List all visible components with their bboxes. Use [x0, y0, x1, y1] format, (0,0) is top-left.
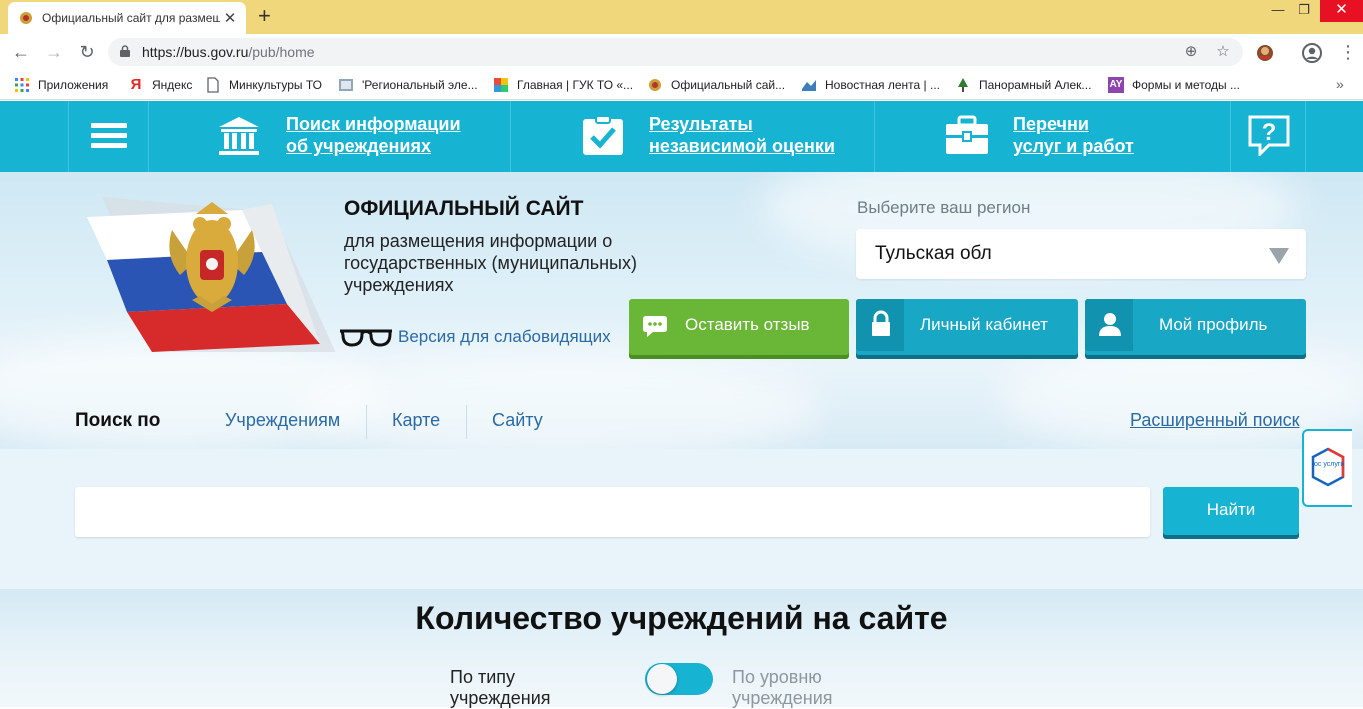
- toggle-knob: [647, 664, 677, 694]
- personal-cabinet-button[interactable]: Личный кабинет: [856, 299, 1078, 355]
- gosuslugi-badge[interactable]: гос услуги: [1302, 429, 1352, 507]
- browser-tab[interactable]: Официальный сайт для размещ ✕: [8, 2, 246, 34]
- nav-link-services[interactable]: Перечни услуг и работ: [1013, 113, 1134, 157]
- institution-count-section: Количество учреждений на сайте По типу у…: [0, 589, 1363, 709]
- briefcase-icon: [946, 115, 988, 154]
- region-label: Выберите ваш регион: [857, 198, 1031, 217]
- type-level-toggle[interactable]: [645, 663, 713, 695]
- coat-of-arms-icon: [649, 79, 661, 91]
- gosuslugi-logo-icon: гос услуги: [1312, 447, 1345, 487]
- institution-building-icon: [219, 117, 259, 155]
- hamburger-menu-button[interactable]: [68, 101, 148, 172]
- nav-item-assessment[interactable]: Результаты независимой оценки: [510, 101, 874, 172]
- search-section: Найти: [0, 449, 1363, 589]
- search-tab-institutions[interactable]: Учреждениям: [225, 410, 340, 431]
- bookmark-yandex[interactable]: Я Яндекс: [128, 76, 193, 93]
- yandex-icon: Я: [130, 76, 142, 93]
- hero-section: ОФИЦИАЛЬНЫЙ САЙТ для размещения информац…: [0, 172, 1363, 449]
- russian-flag-emblem-logo: [87, 197, 336, 352]
- tab-close-icon[interactable]: ✕: [222, 9, 238, 27]
- region-value: Тульская обл: [875, 243, 992, 264]
- back-arrow-icon[interactable]: ←: [9, 40, 33, 64]
- site-subtitle: для размещения информации о государствен…: [344, 231, 637, 295]
- find-button[interactable]: Найти: [1163, 487, 1299, 535]
- search-tab-map[interactable]: Карте: [392, 410, 440, 431]
- help-question-icon: ?: [1248, 115, 1290, 156]
- site-favicon-icon: [339, 79, 353, 91]
- lock-icon: [120, 45, 130, 57]
- window-restore-icon[interactable]: ❐: [1291, 0, 1317, 22]
- nav-item-institutions[interactable]: Поиск информации об учреждениях: [148, 101, 510, 172]
- hamburger-icon: [91, 123, 127, 128]
- leave-review-button[interactable]: Оставить отзыв: [629, 299, 849, 355]
- glasses-icon: [340, 329, 392, 347]
- search-input[interactable]: [75, 487, 1150, 537]
- tab-divider: [366, 405, 367, 439]
- user-icon: [1099, 313, 1121, 336]
- bookmark-panoramic[interactable]: Панорамный Алек...: [955, 77, 1091, 93]
- bookmark-forms[interactable]: AY Формы и методы ...: [1108, 77, 1240, 93]
- window-minimize-icon[interactable]: —: [1265, 0, 1291, 22]
- search-tab-site[interactable]: Сайту: [492, 410, 543, 431]
- nav-item-services[interactable]: Перечни услуг и работ: [874, 101, 1230, 172]
- advanced-search-link[interactable]: Расширенный поиск: [1130, 410, 1300, 431]
- tab-title: Официальный сайт для размещ: [42, 11, 220, 25]
- svg-text:гос услуги: гос услуги: [1312, 461, 1345, 468]
- browser-tab-bar: Официальный сайт для размещ ✕ + — ❐ ✕: [0, 0, 1363, 34]
- extension-icon[interactable]: [1254, 42, 1276, 64]
- ay-icon: AY: [1108, 77, 1124, 93]
- toggle-by-type-label[interactable]: По типу учреждения: [450, 667, 551, 709]
- section-title: Количество учреждений на сайте: [415, 600, 948, 636]
- site-favicon-icon: [494, 78, 508, 92]
- nav-link-assessment[interactable]: Результаты независимой оценки: [649, 113, 835, 157]
- chat-bubble-icon: [643, 316, 667, 337]
- site-title: ОФИЦИАЛЬНЫЙ САЙТ: [344, 197, 584, 220]
- url-text: https://bus.gov.ru/pub/home: [142, 44, 315, 60]
- forward-arrow-icon[interactable]: →: [42, 40, 66, 64]
- bookmark-minkultury[interactable]: Минкультуры ТО: [205, 77, 322, 93]
- bookmark-regional[interactable]: 'Региональный эле...: [338, 77, 478, 93]
- clipboard-check-icon: [583, 115, 623, 155]
- bookmark-official[interactable]: Официальный сай...: [647, 77, 785, 93]
- lock-icon: [872, 310, 890, 336]
- bookmark-guk[interactable]: Главная | ГУК ТО «...: [493, 77, 633, 93]
- bookmark-apps[interactable]: Приложения: [14, 77, 108, 93]
- menu-kebab-icon[interactable]: ⋮: [1336, 40, 1360, 64]
- dropdown-arrow-icon: [1269, 248, 1289, 264]
- browser-toolbar: ← → ↻ https://bus.gov.ru/pub/home ⊕ ☆ ⋮: [0, 34, 1363, 70]
- low-vision-link[interactable]: Версия для слабовидящих: [340, 326, 611, 348]
- svg-text:?: ?: [1262, 119, 1277, 146]
- toggle-by-level-label[interactable]: По уровню учреждения: [732, 667, 833, 709]
- page-icon: [207, 77, 219, 93]
- region-select[interactable]: Тульская обл: [856, 229, 1306, 279]
- site-main-nav: Поиск информации об учреждениях Результат…: [0, 101, 1363, 172]
- apps-grid-icon: [15, 78, 29, 92]
- bookmark-star-icon[interactable]: ☆: [1214, 44, 1232, 62]
- address-bar[interactable]: https://bus.gov.ru/pub/home ⊕ ☆: [108, 38, 1243, 66]
- bookmarks-bar: Приложения Я Яндекс Минкультуры ТО 'Реги…: [0, 70, 1363, 100]
- search-by-label: Поиск по: [75, 410, 161, 431]
- zoom-icon[interactable]: ⊕: [1182, 44, 1200, 62]
- new-tab-icon[interactable]: +: [258, 5, 271, 27]
- tab-divider: [466, 405, 467, 439]
- bookmarks-overflow-icon[interactable]: »: [1336, 76, 1344, 92]
- window-close-icon[interactable]: ✕: [1320, 0, 1363, 22]
- my-profile-button[interactable]: Мой профиль: [1085, 299, 1306, 355]
- tree-icon: [958, 78, 968, 92]
- bookmark-news[interactable]: Новостная лента | ...: [801, 77, 940, 93]
- nav-link-institutions[interactable]: Поиск информации об учреждениях: [286, 113, 461, 157]
- account-icon[interactable]: [1301, 42, 1323, 64]
- coat-of-arms-favicon-icon: [20, 12, 32, 24]
- site-favicon-icon: [802, 80, 816, 91]
- help-button[interactable]: ?: [1230, 101, 1306, 172]
- reload-icon[interactable]: ↻: [75, 40, 99, 64]
